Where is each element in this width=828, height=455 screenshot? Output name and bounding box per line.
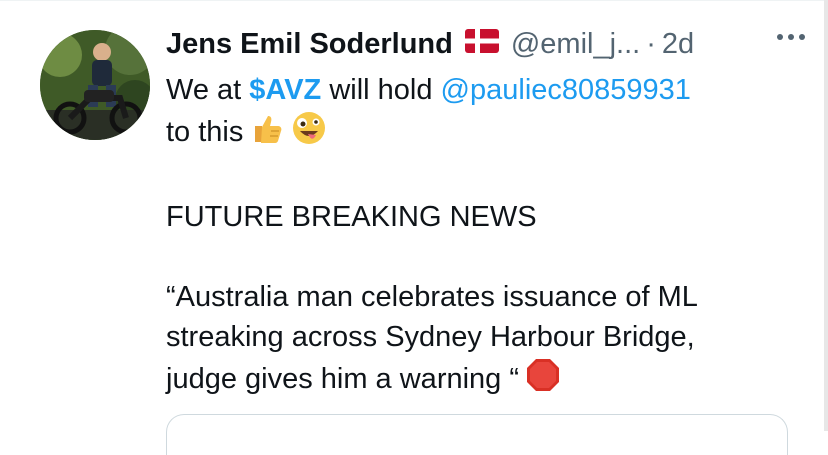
zany-face-icon <box>291 110 327 157</box>
quote-line-1: “Australia man celebrates issuance of ML <box>166 281 698 313</box>
tweet-content: Jens Emil Soderlund @emil_j... · 2d We a… <box>166 24 806 404</box>
thumbs-up-icon <box>249 110 285 157</box>
mention-link[interactable]: @pauliec80859931 <box>441 74 691 106</box>
separator-dot: · <box>646 27 656 60</box>
quote-line-3: judge gives him a warning “ <box>166 357 806 404</box>
text-segment: judge gives him a warning “ <box>166 363 520 396</box>
more-options-button[interactable] <box>776 28 806 46</box>
text-segment: We at <box>166 74 250 106</box>
text-line-1: We at $AVZ will hold @pauliec80859931 <box>166 70 806 110</box>
more-dots-icon <box>777 34 805 40</box>
author-handle[interactable]: @emil_j... <box>511 28 640 61</box>
cashtag-link[interactable]: $AVZ <box>249 74 321 106</box>
author-name[interactable]: Jens Emil Soderlund <box>166 28 453 61</box>
timestamp[interactable]: 2d <box>662 28 694 61</box>
stop-sign-icon <box>525 357 561 404</box>
avatar-photo <box>40 30 150 140</box>
tweet[interactable]: Jens Emil Soderlund @emil_j... · 2d We a… <box>0 0 828 455</box>
text-segment: will hold <box>321 74 441 106</box>
headline: FUTURE BREAKING NEWS <box>166 201 537 233</box>
tweet-header: Jens Emil Soderlund @emil_j... · 2d <box>166 24 806 64</box>
embedded-card[interactable] <box>166 414 788 455</box>
scrollbar[interactable] <box>824 0 828 431</box>
tweet-text: We at $AVZ will hold @pauliec80859931 to… <box>166 70 806 404</box>
denmark-flag-icon <box>464 28 499 61</box>
text-line-2: to this <box>166 110 806 157</box>
avatar[interactable] <box>40 30 150 140</box>
text-segment: to this <box>166 116 244 149</box>
quote-line-2: streaking across Sydney Harbour Bridge, <box>166 321 695 353</box>
